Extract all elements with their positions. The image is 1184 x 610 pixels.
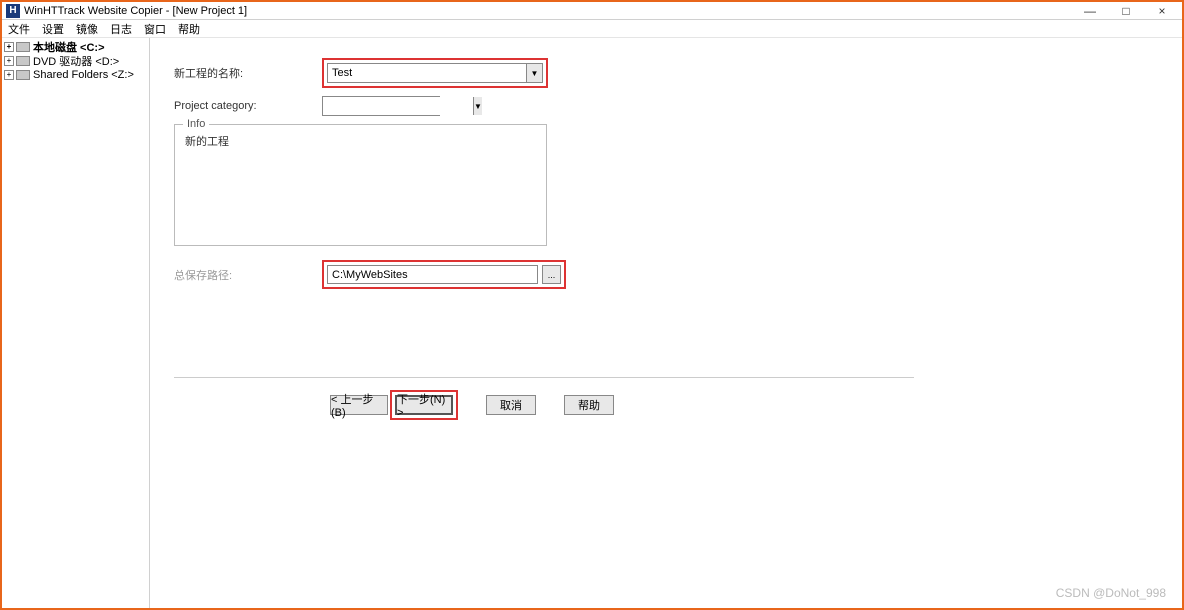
close-button[interactable]: × bbox=[1152, 4, 1172, 18]
expand-icon[interactable]: + bbox=[4, 56, 14, 66]
separator bbox=[174, 377, 914, 378]
menu-bar: 文件 设置 镜像 日志 窗口 帮助 bbox=[2, 20, 1182, 38]
tree-item-shared[interactable]: + Shared Folders <Z:> bbox=[4, 68, 147, 82]
expand-icon[interactable]: + bbox=[4, 42, 14, 52]
menu-file[interactable]: 文件 bbox=[8, 21, 30, 37]
expand-icon[interactable]: + bbox=[4, 70, 14, 80]
maximize-button[interactable]: □ bbox=[1116, 4, 1136, 18]
menu-help[interactable]: 帮助 bbox=[178, 21, 200, 37]
drive-icon bbox=[16, 56, 30, 66]
category-label: Project category: bbox=[174, 100, 322, 112]
project-name-combo[interactable]: ▼ bbox=[327, 63, 543, 83]
highlight-next: 下一步(N) > bbox=[390, 390, 458, 420]
highlight-base-path: ... bbox=[322, 260, 566, 289]
info-text: 新的工程 bbox=[185, 133, 536, 149]
category-combo[interactable]: ▼ bbox=[322, 96, 440, 116]
base-path-input[interactable] bbox=[327, 265, 538, 284]
title-bar: H WinHTTrack Website Copier - [New Proje… bbox=[2, 2, 1182, 20]
cancel-button[interactable]: 取消 bbox=[486, 395, 536, 415]
menu-window[interactable]: 窗口 bbox=[144, 21, 166, 37]
window-title: WinHTTrack Website Copier - [New Project… bbox=[24, 5, 1080, 17]
watermark: CSDN @DoNot_998 bbox=[1056, 586, 1166, 600]
menu-mirror[interactable]: 镜像 bbox=[76, 21, 98, 37]
app-icon: H bbox=[6, 4, 20, 18]
main-panel: 新工程的名称: ▼ Project category: ▼ Info 新的工程 bbox=[150, 38, 1182, 608]
help-button[interactable]: 帮助 bbox=[564, 395, 614, 415]
menu-log[interactable]: 日志 bbox=[110, 21, 132, 37]
tree-item-label: Shared Folders <Z:> bbox=[33, 69, 134, 81]
project-name-input[interactable] bbox=[328, 64, 526, 82]
sidebar: + 本地磁盘 <C:> + DVD 驱动器 <D:> + Shared Fold… bbox=[2, 38, 150, 608]
drive-icon bbox=[16, 70, 30, 80]
drive-icon bbox=[16, 42, 30, 52]
tree-item-local-disk[interactable]: + 本地磁盘 <C:> bbox=[4, 40, 147, 54]
dropdown-icon[interactable]: ▼ bbox=[473, 97, 482, 115]
info-legend: Info bbox=[183, 118, 209, 130]
tree-item-dvd[interactable]: + DVD 驱动器 <D:> bbox=[4, 54, 147, 68]
dropdown-icon[interactable]: ▼ bbox=[526, 64, 542, 82]
minimize-button[interactable]: — bbox=[1080, 4, 1100, 18]
menu-settings[interactable]: 设置 bbox=[42, 21, 64, 37]
project-name-label: 新工程的名称: bbox=[174, 65, 322, 81]
back-button[interactable]: < 上一步(B) bbox=[330, 395, 388, 415]
next-button[interactable]: 下一步(N) > bbox=[395, 395, 453, 415]
base-path-label: 总保存路径: bbox=[174, 267, 322, 283]
highlight-project-name: ▼ bbox=[322, 58, 548, 88]
browse-button[interactable]: ... bbox=[542, 265, 561, 284]
info-fieldset: Info 新的工程 bbox=[174, 124, 547, 246]
category-input[interactable] bbox=[323, 97, 473, 115]
tree-item-label: DVD 驱动器 <D:> bbox=[33, 53, 119, 69]
